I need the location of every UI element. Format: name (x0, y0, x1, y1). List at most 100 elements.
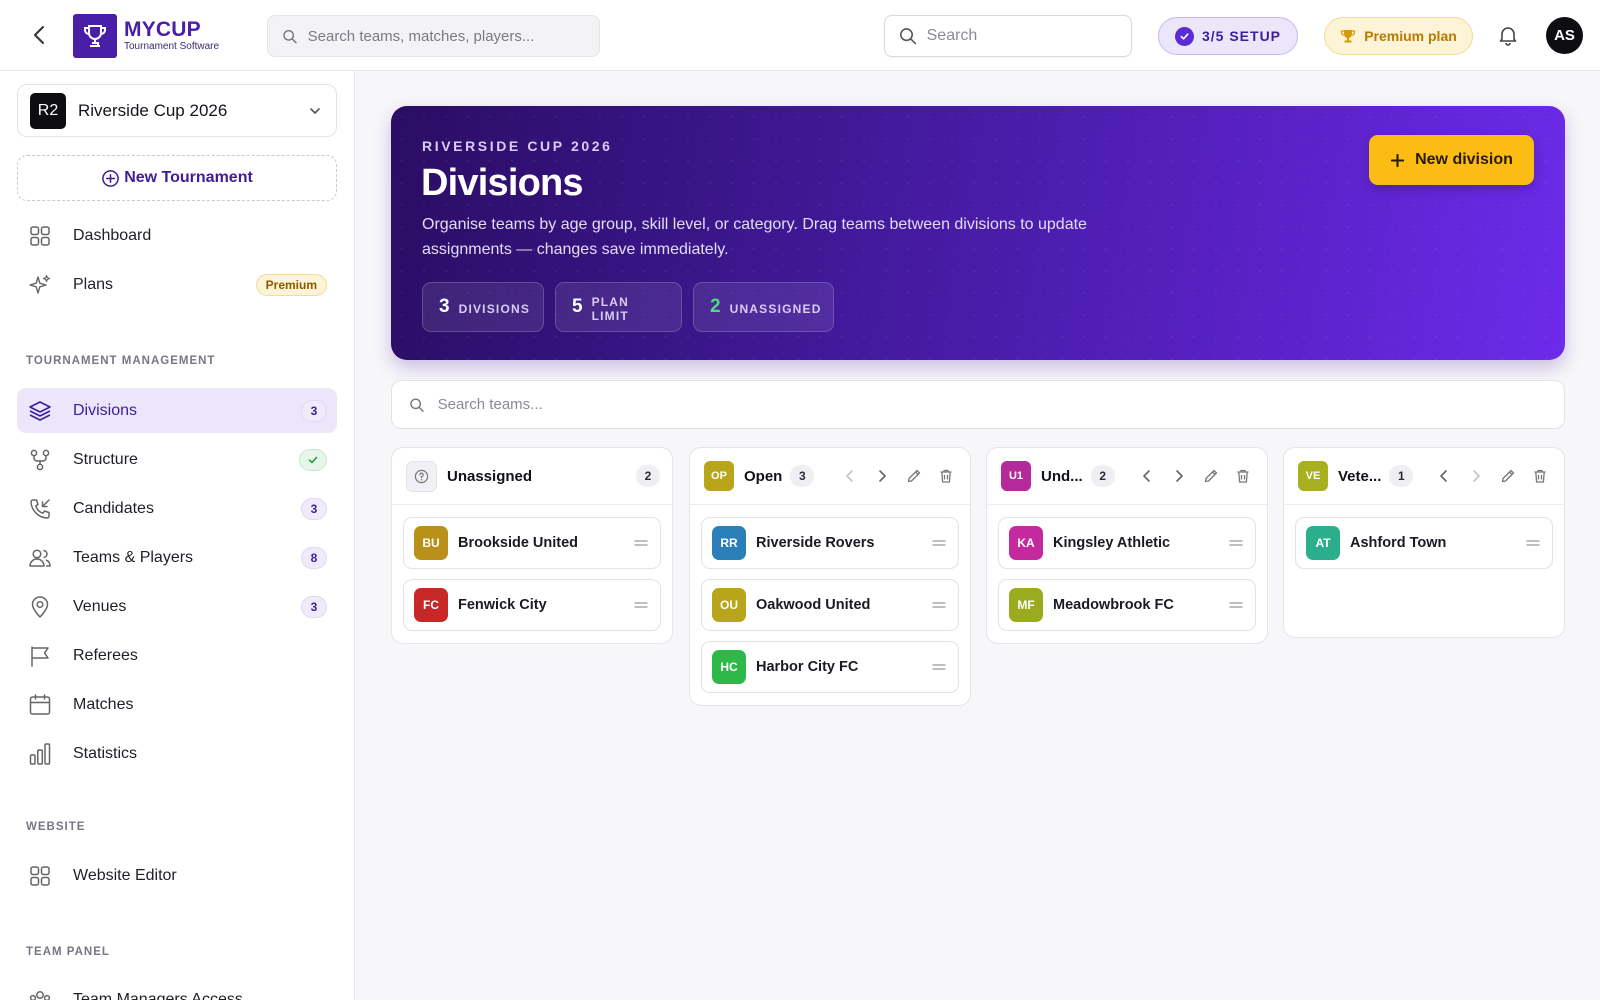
stat-value: 5 (572, 296, 583, 317)
drag-handle-icon[interactable] (633, 535, 649, 551)
drag-handle-icon[interactable] (1228, 535, 1244, 551)
hero-eyebrow: RIVERSIDE CUP 2026 (422, 138, 613, 154)
trash-icon[interactable] (1231, 464, 1255, 488)
premium-badge: Premium (255, 273, 327, 296)
trash-icon[interactable] (934, 464, 958, 488)
division-column-veterans: VE Vete... 1 AT Ashford Town (1283, 447, 1565, 638)
team-card[interactable]: HC Harbor City FC (701, 641, 959, 693)
tournament-badge: R2 (30, 92, 66, 129)
column-title: Vete... (1338, 467, 1382, 485)
sidebar-item-venues[interactable]: Venues 3 (17, 584, 337, 629)
logo[interactable]: MYCUP Tournament Software (73, 14, 219, 58)
new-division-button[interactable]: New division (1369, 135, 1534, 185)
sidebar-item-divisions[interactable]: Divisions 3 (17, 388, 337, 433)
team-card[interactable]: MF Meadowbrook FC (998, 579, 1256, 631)
sidebar-item-matches[interactable]: Matches (17, 682, 337, 727)
map-pin-icon (27, 594, 53, 620)
trash-icon[interactable] (1528, 464, 1552, 488)
count-badge: 8 (301, 546, 327, 569)
new-tournament-button[interactable]: New Tournament (17, 155, 337, 201)
move-left-icon[interactable] (1432, 464, 1456, 488)
new-division-label: New division (1415, 151, 1513, 168)
users-group-icon (27, 987, 53, 1000)
team-name: Riverside Rovers (756, 535, 875, 551)
sidebar-item-dashboard[interactable]: Dashboard (17, 213, 337, 258)
stat-plan-limit: 5 PLAN LIMIT (555, 282, 682, 332)
team-card[interactable]: RR Riverside Rovers (701, 517, 959, 569)
column-title: Unassigned (447, 467, 533, 485)
top-search-input[interactable] (926, 27, 1131, 45)
sidebar-item-team-managers-access[interactable]: Team Managers Access (17, 977, 337, 1000)
calendar-icon (27, 692, 53, 718)
section-header-team-panel: TEAM PANEL (26, 946, 110, 958)
team-card[interactable]: KA Kingsley Athletic (998, 517, 1256, 569)
sidebar-item-label: Statistics (73, 744, 138, 762)
team-card[interactable]: OU Oakwood United (701, 579, 959, 631)
top-search[interactable] (884, 15, 1132, 57)
drag-handle-icon[interactable] (633, 597, 649, 613)
drag-handle-icon[interactable] (931, 535, 947, 551)
move-right-icon[interactable] (870, 464, 894, 488)
division-column-open: OP Open 3 RR Riverside Rovers OU Oakwood… (689, 447, 971, 706)
team-search-input[interactable] (437, 396, 1564, 413)
team-card[interactable]: AT Ashford Town (1295, 517, 1553, 569)
sidebar-item-statistics[interactable]: Statistics (17, 731, 337, 776)
search-icon (410, 397, 424, 412)
user-avatar[interactable]: AS (1546, 17, 1583, 54)
sidebar-item-label: Team Managers Access (73, 990, 243, 1000)
chevron-left-icon (34, 26, 44, 44)
team-avatar: HC (712, 650, 746, 684)
drag-handle-icon[interactable] (931, 659, 947, 675)
edit-icon[interactable] (902, 464, 926, 488)
back-button[interactable] (26, 22, 52, 48)
sparkles-icon (27, 272, 53, 298)
sidebar-item-label: Plans (73, 275, 114, 293)
count-badge: 3 (301, 595, 327, 618)
team-card[interactable]: BU Brookside United (403, 517, 661, 569)
bell-icon[interactable] (1497, 24, 1521, 48)
premium-plan-button[interactable]: Premium plan (1324, 17, 1473, 55)
stat-unassigned: 2 UNASSIGNED (693, 282, 834, 332)
sidebar-item-website-editor[interactable]: Website Editor (17, 853, 337, 898)
drag-handle-icon[interactable] (931, 597, 947, 613)
page-title: Divisions (421, 162, 584, 204)
count-badge: 3 (301, 497, 327, 520)
check-icon (299, 448, 327, 471)
count-badge: 3 (301, 399, 327, 422)
sidebar-item-structure[interactable]: Structure (17, 437, 337, 482)
bar-chart-icon (27, 741, 53, 767)
move-right-icon[interactable] (1167, 464, 1191, 488)
sidebar-item-label: Matches (73, 695, 134, 713)
section-header-website: WEBSITE (26, 821, 86, 833)
sidebar: R2 Riverside Cup 2026 New Tournament Das… (0, 71, 355, 1000)
column-count: 2 (636, 465, 660, 487)
team-card[interactable]: FC Fenwick City (403, 579, 661, 631)
team-name: Fenwick City (458, 597, 547, 613)
sidebar-item-candidates[interactable]: Candidates 3 (17, 486, 337, 531)
move-left-icon[interactable] (838, 464, 862, 488)
plus-circle-icon (102, 169, 120, 187)
grid-icon (27, 223, 53, 249)
team-name: Kingsley Athletic (1053, 535, 1171, 551)
global-search[interactable] (267, 15, 600, 57)
drag-handle-icon[interactable] (1228, 597, 1244, 613)
sidebar-item-referees[interactable]: Referees (17, 633, 337, 678)
tournament-selector[interactable]: R2 Riverside Cup 2026 (17, 84, 337, 137)
setup-progress-button[interactable]: 3/5 SETUP (1158, 17, 1298, 55)
sidebar-item-plans[interactable]: Plans Premium (17, 262, 337, 307)
global-search-input[interactable] (307, 27, 599, 45)
team-search[interactable] (391, 380, 1565, 429)
edit-icon[interactable] (1199, 464, 1223, 488)
drag-handle-icon[interactable] (1525, 535, 1541, 551)
move-left-icon[interactable] (1135, 464, 1159, 488)
move-right-icon[interactable] (1464, 464, 1488, 488)
flag-icon (27, 643, 53, 669)
column-header: U1 Und... 2 (987, 448, 1267, 505)
divisions-hero: RIVERSIDE CUP 2026 Divisions Organise te… (391, 106, 1565, 360)
division-avatar: VE (1298, 461, 1328, 491)
sidebar-item-label: Candidates (73, 499, 154, 517)
logo-subtitle: Tournament Software (124, 41, 220, 52)
column-title: Open (744, 467, 783, 485)
edit-icon[interactable] (1496, 464, 1520, 488)
sidebar-item-teams-players[interactable]: Teams & Players 8 (17, 535, 337, 580)
